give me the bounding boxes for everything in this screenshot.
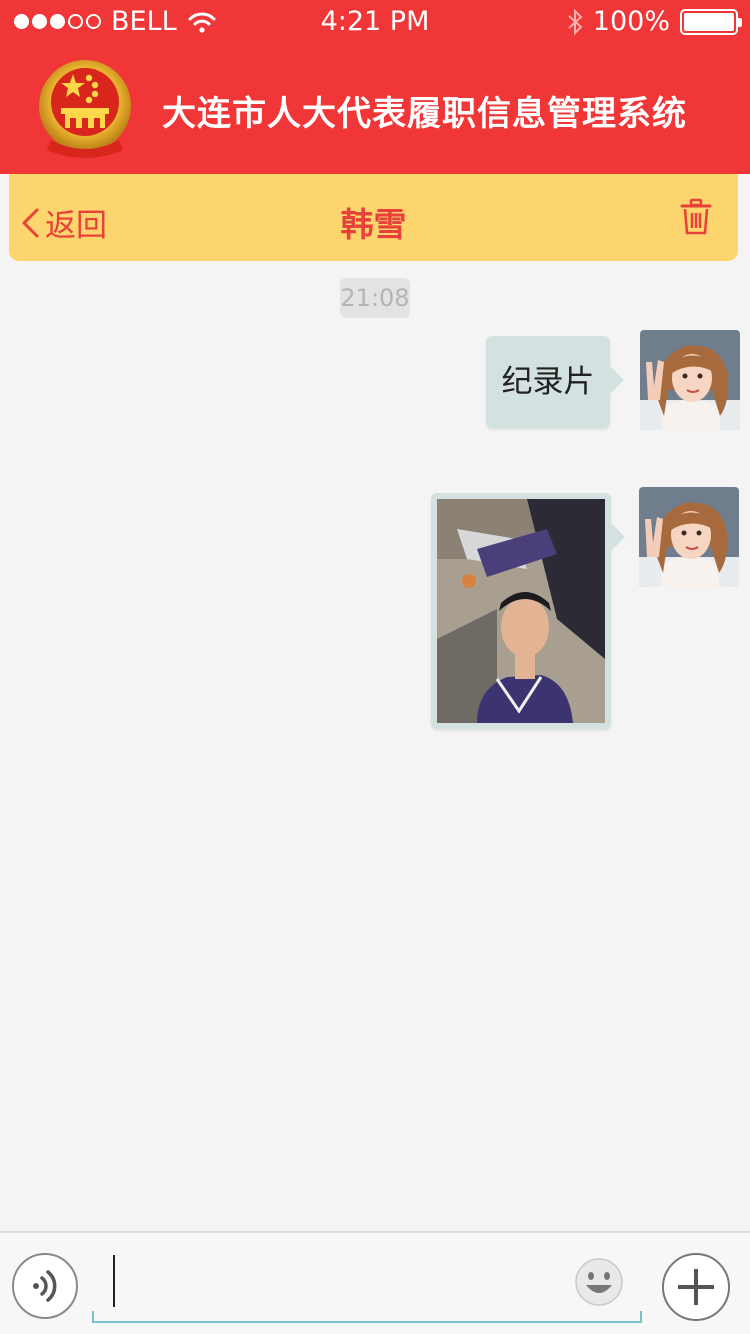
battery-percent: 100% <box>592 6 670 37</box>
app-title: 大连市人大代表履职信息管理系统 <box>162 94 687 134</box>
message-input[interactable] <box>92 1247 642 1323</box>
trash-icon[interactable] <box>680 198 712 236</box>
message-bubble[interactable]: 纪录片 <box>486 336 624 428</box>
battery-icon <box>680 8 742 35</box>
chat-navbar: 返回 韩雪 <box>9 174 738 261</box>
message-input-bar <box>0 1231 750 1334</box>
status-bar: BELL 4:21 PM 100% <box>0 0 750 44</box>
battery-fill <box>684 12 734 31</box>
smiley-icon[interactable] <box>574 1257 624 1307</box>
app-header: BELL 4:21 PM 100% 大连市人大代表履职信息管理系统 <box>0 0 750 174</box>
status-right: 100% <box>567 6 742 37</box>
avatar[interactable] <box>639 487 739 587</box>
avatar-photo <box>639 487 739 587</box>
voice-icon <box>33 1270 57 1302</box>
avatar-photo <box>640 330 740 430</box>
chat-title: 韩雪 <box>340 205 407 244</box>
plus-icon <box>678 1269 714 1305</box>
voice-button[interactable] <box>12 1253 78 1319</box>
text-caret <box>113 1255 115 1307</box>
bluetooth-icon <box>568 8 583 35</box>
avatar[interactable] <box>640 330 740 430</box>
image-message[interactable] <box>431 493 625 729</box>
message-photo <box>437 499 605 723</box>
message-timestamp: 21:08 <box>340 278 410 318</box>
add-button[interactable] <box>662 1253 730 1321</box>
national-emblem-icon <box>39 60 131 158</box>
